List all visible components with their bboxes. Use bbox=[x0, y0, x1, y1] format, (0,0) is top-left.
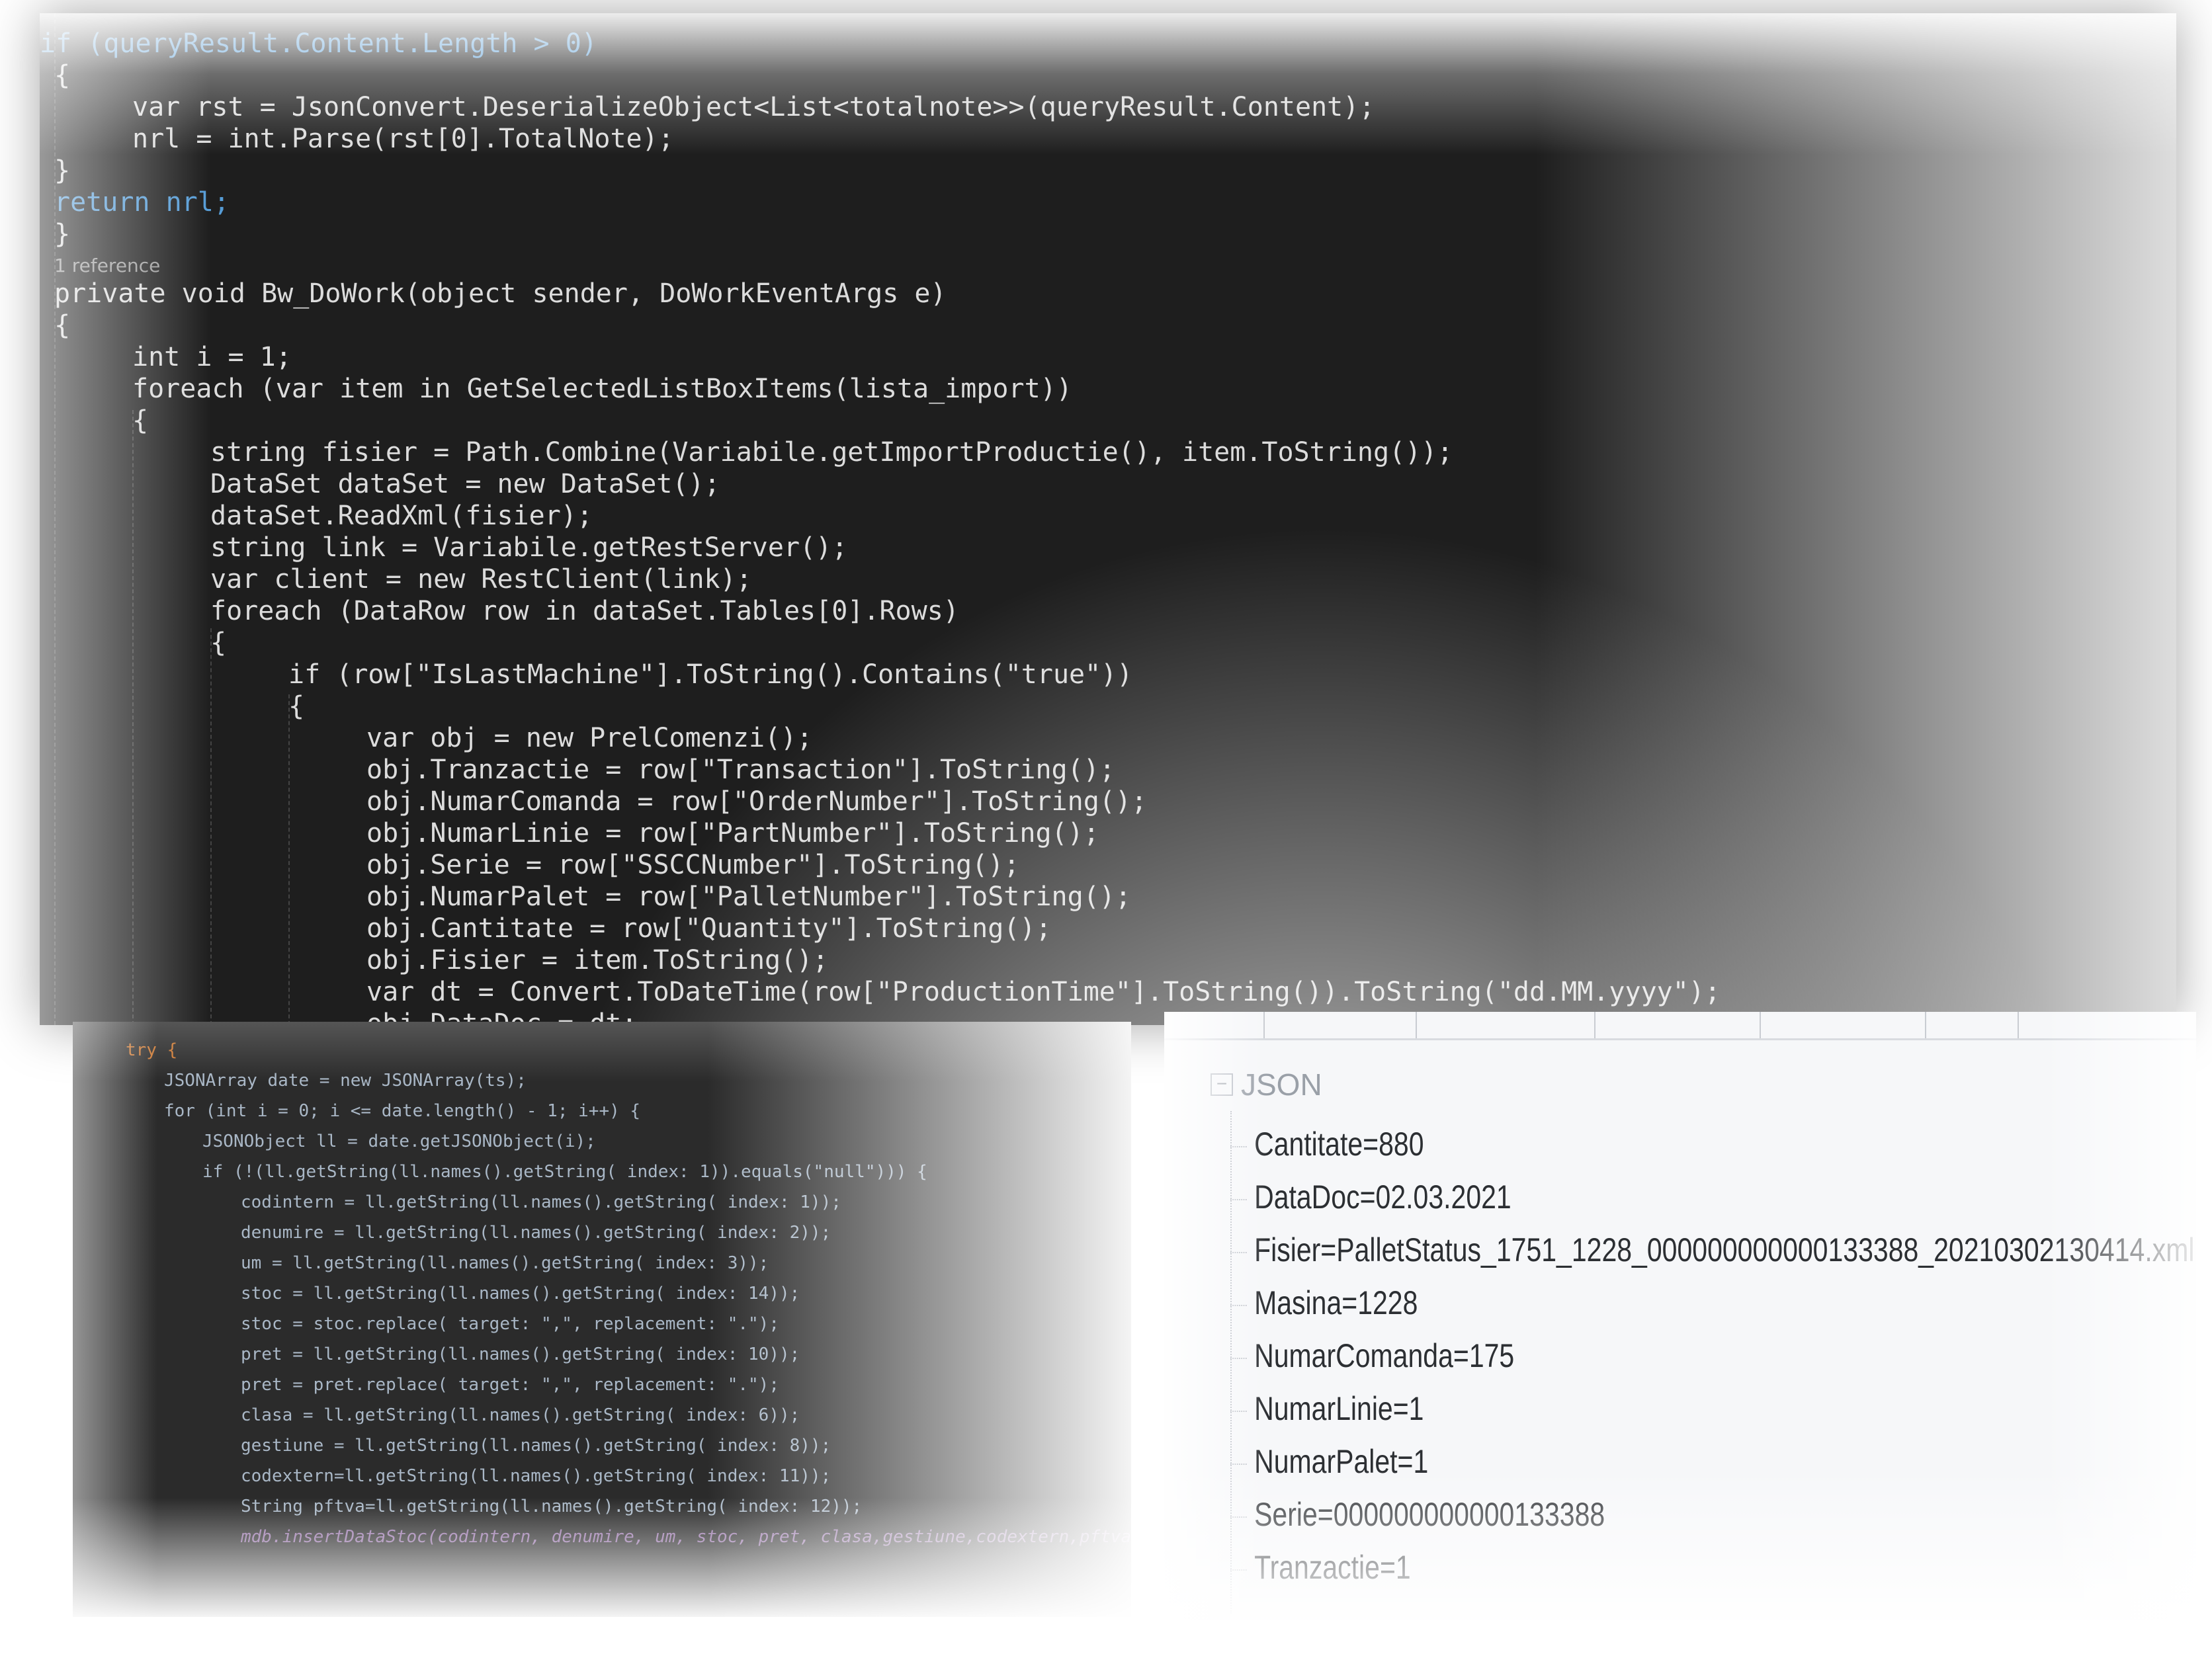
tree-item[interactable]: Cantitate=880 bbox=[1230, 1118, 1424, 1171]
code-line: pret = pret.replace( target: ",", replac… bbox=[241, 1375, 779, 1395]
code-line: codextern=ll.getString(ll.names().getStr… bbox=[241, 1466, 831, 1486]
code-line: return nrl; bbox=[54, 187, 230, 218]
code-line: obj.NumarPalet = row["PalletNumber"].ToS… bbox=[366, 882, 1131, 912]
code-line: codintern = ll.getString(ll.names().getS… bbox=[241, 1192, 841, 1212]
code-line: if (row["IsLastMachine"].ToString().Cont… bbox=[288, 659, 1133, 690]
code-line: foreach (DataRow row in dataSet.Tables[0… bbox=[210, 596, 959, 626]
column-divider bbox=[1416, 1012, 1417, 1038]
code-lens-reference[interactable]: 1 reference bbox=[54, 250, 160, 276]
code-line: um = ll.getString(ll.names().getString( … bbox=[241, 1253, 769, 1273]
code-line: var obj = new PrelComenzi(); bbox=[366, 723, 813, 753]
json-tree-view[interactable]: − JSON Cantitate=880 DataDoc=02.03.2021 … bbox=[1164, 1012, 2196, 1620]
indent-guide bbox=[132, 410, 134, 1025]
code-line: if (queryResult.Content.Length > 0) bbox=[40, 28, 597, 59]
code-line: String pftva=ll.getString(ll.names().get… bbox=[241, 1497, 863, 1516]
code-line: mdb.insertDataStoc(codintern, denumire, … bbox=[241, 1527, 1131, 1547]
collapse-icon[interactable]: − bbox=[1211, 1073, 1233, 1096]
code-line: { bbox=[132, 405, 149, 436]
code-line: nrl = int.Parse(rst[0].TotalNote); bbox=[132, 124, 674, 154]
method-signature-line: private void Bw_DoWork(object sender, Do… bbox=[54, 278, 947, 309]
code-line: gestiune = ll.getString(ll.names().getSt… bbox=[241, 1436, 831, 1456]
code-line: { bbox=[54, 310, 71, 341]
tree-item[interactable]: NumarComanda=175 bbox=[1230, 1329, 1514, 1382]
column-header-strip bbox=[1164, 1012, 2196, 1040]
code-line: { bbox=[54, 60, 71, 91]
code-line: DataSet dataSet = new DataSet(); bbox=[210, 469, 720, 499]
tree-item[interactable]: NumarLinie=1 bbox=[1230, 1382, 1424, 1435]
code-line: pret = ll.getString(ll.names().getString… bbox=[241, 1344, 800, 1364]
column-divider bbox=[1263, 1012, 1265, 1038]
code-line: var dt = Convert.ToDateTime(row["Product… bbox=[366, 977, 1721, 1007]
tree-item[interactable]: Serie=000000000000133388 bbox=[1230, 1488, 1605, 1541]
code-line: string link = Variabile.getRestServer(); bbox=[210, 532, 848, 563]
code-line: obj.Serie = row["SSCCNumber"].ToString()… bbox=[366, 850, 1020, 880]
code-line: obj.Fisier = item.ToString(); bbox=[366, 945, 829, 975]
code-line: for (int i = 0; i <= date.length() - 1; … bbox=[164, 1101, 641, 1121]
code-line: JSONObject ll = date.getJSONObject(i); bbox=[202, 1132, 596, 1151]
tree-item[interactable]: DataDoc=02.03.2021 bbox=[1230, 1171, 1511, 1223]
tree-root-json[interactable]: − JSON bbox=[1211, 1052, 1322, 1118]
code-line: int i = 1; bbox=[132, 342, 292, 372]
tree-item[interactable]: Fisier=PalletStatus_1751_1228_0000000000… bbox=[1230, 1223, 2194, 1276]
column-divider bbox=[1594, 1012, 1595, 1038]
code-line: if (!(ll.getString(ll.names().getString(… bbox=[202, 1162, 927, 1182]
column-divider bbox=[2018, 1012, 2019, 1038]
csharp-code-editor[interactable]: if (queryResult.Content.Length > 0) { va… bbox=[40, 13, 2176, 1025]
code-line: obj.Tranzactie = row["Transaction"].ToSt… bbox=[366, 755, 1115, 785]
code-line: JSONArray date = new JSONArray(ts); bbox=[164, 1071, 527, 1091]
code-line: { bbox=[288, 691, 305, 722]
code-line: string fisier = Path.Combine(Variabile.g… bbox=[210, 437, 1453, 468]
code-line: denumire = ll.getString(ll.names().getSt… bbox=[241, 1223, 831, 1243]
code-line: try { bbox=[126, 1040, 178, 1060]
code-line: clasa = ll.getString(ll.names().getStrin… bbox=[241, 1405, 800, 1425]
code-line: stoc = stoc.replace( target: ",", replac… bbox=[241, 1314, 779, 1334]
code-line: } bbox=[54, 155, 71, 186]
code-line: { bbox=[210, 628, 227, 658]
code-line: } bbox=[54, 219, 71, 249]
tree-root-label: JSON bbox=[1241, 1067, 1322, 1102]
code-line: obj.NumarLinie = row["PartNumber"].ToStr… bbox=[366, 818, 1099, 848]
code-line: var client = new RestClient(link); bbox=[210, 564, 752, 595]
code-line: obj.Cantitate = row["Quantity"].ToString… bbox=[366, 913, 1052, 944]
code-line: var rst = JsonConvert.DeserializeObject<… bbox=[132, 92, 1375, 122]
indent-guide bbox=[210, 628, 212, 1025]
indent-guide bbox=[288, 694, 290, 1025]
java-code-editor[interactable]: try { JSONArray date = new JSONArray(ts)… bbox=[73, 1022, 1131, 1617]
tree-item[interactable]: NumarPalet=1 bbox=[1230, 1435, 1428, 1488]
code-line: dataSet.ReadXml(fisier); bbox=[210, 501, 593, 531]
code-line: stoc = ll.getString(ll.names().getString… bbox=[241, 1284, 800, 1303]
tree-item[interactable]: Masina=1228 bbox=[1230, 1276, 1418, 1329]
tree-item[interactable]: Tranzactie=1 bbox=[1230, 1541, 1411, 1594]
code-line: foreach (var item in GetSelectedListBoxI… bbox=[132, 374, 1072, 404]
column-divider bbox=[1760, 1012, 1761, 1038]
code-line: obj.NumarComanda = row["OrderNumber"].To… bbox=[366, 786, 1148, 817]
column-divider bbox=[1925, 1012, 1926, 1038]
